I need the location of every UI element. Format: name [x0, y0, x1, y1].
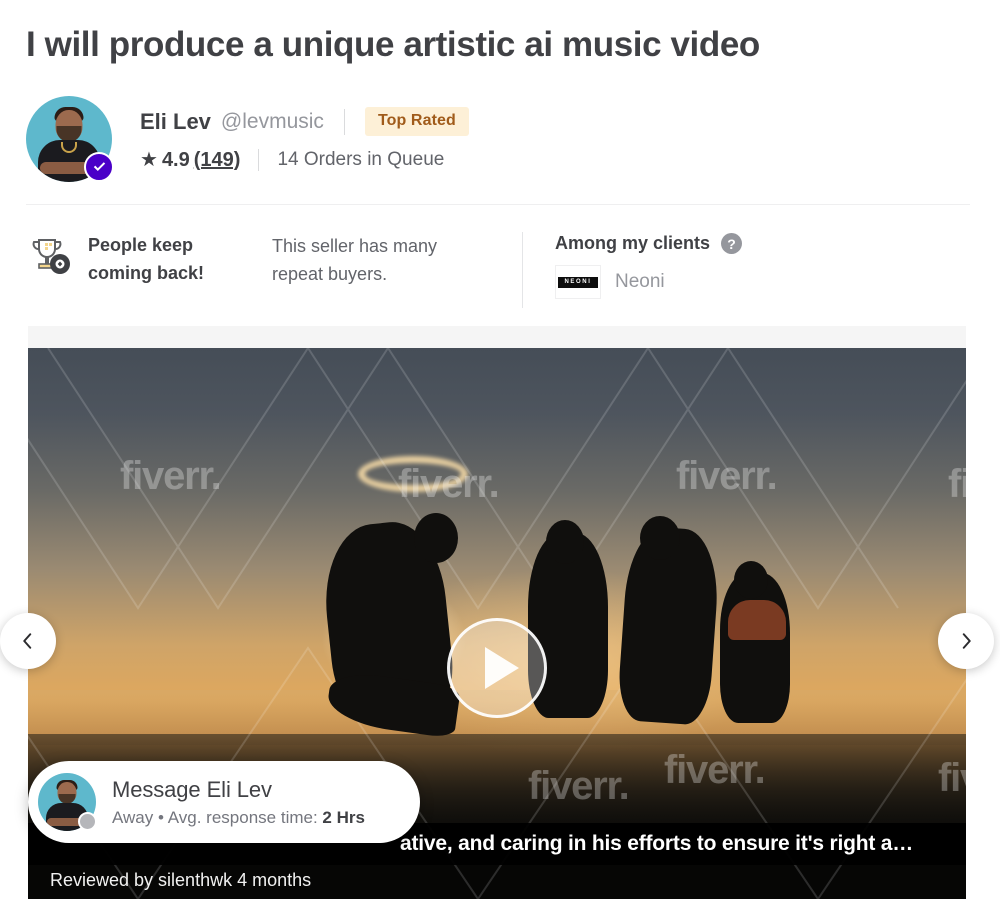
repeat-buyers-headline-line1: People keep	[88, 235, 194, 255]
seller-stats-row: ★ 4.9 (149) 14 Orders in Queue	[140, 149, 469, 172]
fiverr-watermark: fiverr.	[676, 454, 778, 498]
prev-slide-button[interactable]	[0, 613, 56, 669]
rating-count-link[interactable]: (149)	[194, 149, 241, 172]
silhouette-shirt-4	[728, 600, 786, 640]
clients-title-row: Among my clients ?	[555, 233, 743, 254]
response-time-prefix: Avg. response time:	[167, 807, 318, 827]
seller-handle[interactable]: @levmusic	[221, 110, 324, 134]
chevron-right-icon	[962, 633, 971, 649]
seller-identity-row: Eli Lev @levmusic Top Rated	[140, 107, 469, 137]
divider	[343, 108, 345, 135]
list-item: NEONI Neoni	[555, 265, 742, 299]
divider	[258, 149, 260, 171]
message-card-body: Message Eli Lev Away • Avg. response tim…	[112, 777, 365, 828]
gig-page: I will produce a unique artistic ai musi…	[0, 0, 1000, 899]
availability-status: Away	[112, 807, 154, 827]
reviewed-by-label: Reviewed by silenthwk 4 months	[50, 870, 312, 890]
verified-check-icon	[84, 152, 114, 182]
repeat-buyers-headline: People keep coming back!	[88, 232, 204, 288]
gallery-top-strip	[28, 326, 966, 348]
repeat-buyers-description: This seller has many repeat buyers.	[272, 232, 522, 312]
client-logo-text: NEONI	[558, 276, 598, 288]
play-button[interactable]	[447, 618, 547, 718]
seller-summary: Eli Lev @levmusic Top Rated ★ 4.9 (149) …	[26, 96, 469, 182]
rating-value: 4.9	[161, 148, 190, 171]
divider	[522, 232, 523, 308]
message-avatar	[38, 773, 97, 831]
seller-meta: Eli Lev @levmusic Top Rated ★ 4.9 (149) …	[140, 107, 469, 172]
response-time-value: 2 Hrs	[322, 807, 365, 827]
repeat-buyers-block: People keep coming back!	[26, 232, 272, 312]
fiverr-watermark: fiverr.	[120, 454, 222, 498]
gig-gallery: fiverr. fiverr. fiverr. fiverr. fiverr. fiver…	[0, 326, 994, 899]
clients-title: Among my clients	[555, 233, 711, 253]
repeat-buyers-description-line2: repeat buyers.	[272, 263, 388, 284]
next-slide-button[interactable]	[938, 613, 994, 669]
status-badge: Top Rated	[364, 107, 469, 136]
section-divider	[26, 204, 970, 205]
message-seller-status: Away • Avg. response time: 2 Hrs	[112, 808, 365, 828]
review-text: ative, and caring in his efforts to ensu…	[400, 832, 914, 855]
chevron-left-icon	[23, 633, 32, 649]
page-title: I will produce a unique artistic ai musi…	[26, 25, 760, 64]
star-icon: ★	[140, 149, 158, 171]
fiverr-watermark: fiverr.	[398, 462, 500, 506]
among-my-clients-block: Among my clients ? NEONI Neoni	[555, 232, 743, 312]
status-indicator-icon	[78, 812, 97, 831]
silhouette-head-3	[640, 516, 680, 560]
silhouette-head-2	[546, 520, 584, 564]
message-seller-title: Message Eli Lev	[112, 776, 272, 802]
fiverr-watermark: fiverr.	[948, 462, 966, 506]
play-icon	[484, 647, 519, 689]
trophy-repeat-icon	[32, 239, 70, 274]
help-icon[interactable]: ?	[721, 233, 743, 254]
silhouette-head-1	[414, 513, 458, 563]
silhouette-head-4	[734, 561, 768, 599]
fiverr-watermark: fiverr.	[938, 756, 966, 800]
seller-name[interactable]: Eli Lev	[140, 109, 211, 135]
message-seller-card[interactable]: Message Eli Lev Away • Avg. response tim…	[28, 761, 420, 843]
fiverr-watermark: fiverr.	[528, 764, 630, 808]
client-name: Neoni	[615, 271, 665, 292]
seller-highlights: People keep coming back! This seller has…	[26, 232, 970, 312]
status-separator: •	[158, 807, 164, 827]
orders-in-queue: 14 Orders in Queue	[277, 149, 445, 170]
avatar[interactable]	[26, 96, 114, 182]
fiverr-watermark: fiverr.	[664, 748, 766, 792]
client-logo: NEONI	[555, 265, 601, 299]
repeat-buyers-description-line1: This seller has many	[272, 236, 438, 256]
repeat-buyers-headline-line2: coming back!	[88, 262, 205, 283]
